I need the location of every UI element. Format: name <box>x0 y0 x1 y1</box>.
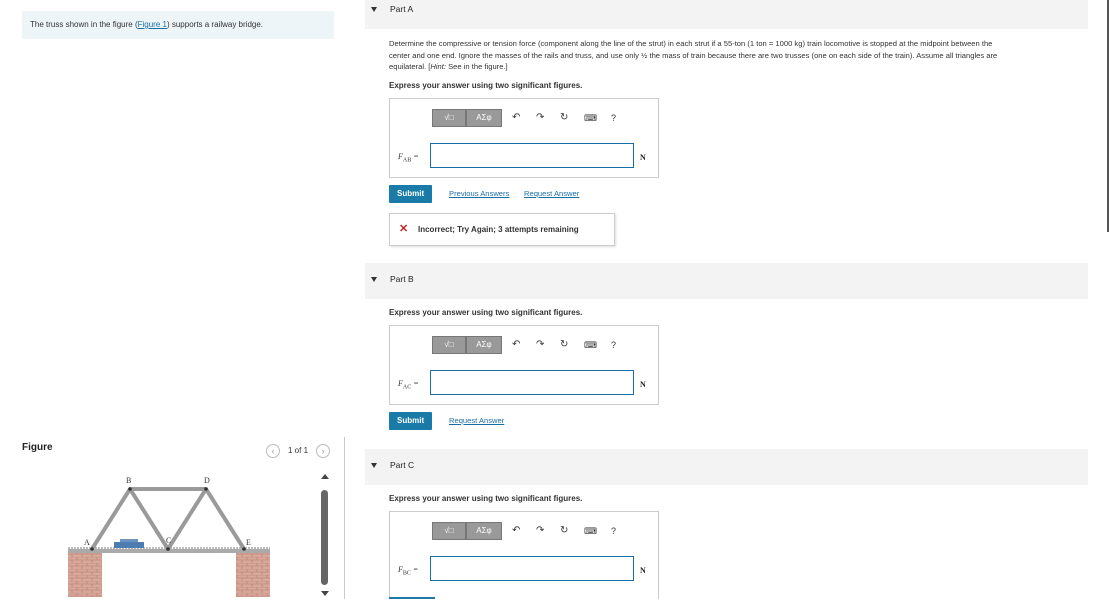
part-a-question: Determine the compressive or tension for… <box>389 38 1089 73</box>
panel-divider <box>344 437 345 599</box>
keyboard-icon[interactable]: ⌨ <box>584 338 597 352</box>
var-label-fab: FAB = <box>398 152 419 164</box>
scroll-up-icon[interactable] <box>321 474 329 479</box>
part-b-submit-button[interactable]: Submit <box>389 412 433 430</box>
part-a-submit-button[interactable]: Submit <box>389 185 433 203</box>
scroll-down-icon[interactable] <box>321 591 329 596</box>
undo-icon[interactable]: ↶ <box>512 338 520 352</box>
page-scrollbar[interactable] <box>1107 0 1109 232</box>
truss-bridge-figure: A B C D E <box>68 476 270 597</box>
intro-text-after: ) supports a railway bridge. <box>166 20 264 29</box>
help-icon[interactable]: ? <box>611 524 616 538</box>
figure-link[interactable]: Figure 1 <box>138 20 167 29</box>
part-a-answer-box: √□ AΣφ ↶ ↷ ↻ ⌨ ? FAB = N <box>389 98 659 178</box>
redo-icon[interactable]: ↷ <box>536 338 544 352</box>
part-c-instruction: Express your answer using two significan… <box>389 494 583 503</box>
reset-icon[interactable]: ↻ <box>560 111 568 125</box>
greek-symbols-button[interactable]: AΣφ <box>466 336 502 354</box>
keyboard-icon[interactable]: ⌨ <box>584 524 597 538</box>
question-line-1: Determine the compressive or tension for… <box>389 39 993 48</box>
undo-icon[interactable]: ↶ <box>512 524 520 538</box>
left-pier <box>68 553 102 597</box>
fab-answer-input[interactable] <box>430 143 634 168</box>
feedback-text: Incorrect; Try Again; 3 attempts remaini… <box>418 225 579 234</box>
joint-label-c: C <box>166 536 171 545</box>
part-b-label: Part B <box>390 274 414 284</box>
var-label-fbc: FBC = <box>398 565 419 577</box>
part-c-header[interactable]: Part C <box>365 449 1088 485</box>
chevron-right-icon: › <box>321 446 325 456</box>
redo-icon[interactable]: ↷ <box>536 524 544 538</box>
templates-button[interactable]: √□ <box>432 522 466 540</box>
part-a-label: Part A <box>390 4 414 14</box>
next-figure-button[interactable]: › <box>316 444 330 458</box>
greek-symbols-button[interactable]: AΣφ <box>466 109 502 127</box>
templates-button[interactable]: √□ <box>432 109 466 127</box>
right-pier <box>236 553 270 597</box>
part-b-instruction: Express your answer using two significan… <box>389 308 583 317</box>
collapse-triangle-icon <box>371 7 377 12</box>
part-a-instruction: Express your answer using two significan… <box>389 81 583 90</box>
reset-icon[interactable]: ↻ <box>560 524 568 538</box>
joint-label-b: B <box>126 476 131 485</box>
keyboard-icon[interactable]: ⌨ <box>584 111 597 125</box>
problem-intro: The truss shown in the figure (Figure 1)… <box>22 11 334 39</box>
request-answer-link-b[interactable]: Request Answer <box>449 416 504 425</box>
help-icon[interactable]: ? <box>611 338 616 352</box>
prev-figure-button[interactable]: ‹ <box>266 444 280 458</box>
collapse-triangle-icon <box>371 463 377 468</box>
templates-button[interactable]: √□ <box>432 336 466 354</box>
fbc-answer-input[interactable] <box>430 556 634 581</box>
chevron-left-icon: ‹ <box>271 446 275 456</box>
joint-label-d: D <box>204 476 210 485</box>
part-b-answer-box: √□ AΣφ ↶ ↷ ↻ ⌨ ? FAC = N <box>389 325 659 405</box>
locomotive-icon <box>114 542 144 548</box>
figure-pager-count: 1 of 1 <box>288 446 309 455</box>
part-c-answer-box: √□ AΣφ ↶ ↷ ↻ ⌨ ? FBC = N <box>389 511 659 599</box>
part-b-header[interactable]: Part B <box>365 263 1088 299</box>
question-line-2: center and one end. Ignore the masses of… <box>389 50 998 60</box>
joint-label-e: E <box>246 538 251 547</box>
previous-answers-link[interactable]: Previous Answers <box>449 189 509 198</box>
var-label-fac: FAC = <box>398 379 419 391</box>
figure-scrollbar-thumb[interactable] <box>321 490 328 585</box>
collapse-triangle-icon <box>371 277 377 282</box>
part-c-label: Part C <box>390 460 415 470</box>
redo-icon[interactable]: ↷ <box>536 111 544 125</box>
question-line-3: equilateral. [Hint: See in the figure.] <box>389 62 508 71</box>
hint-label: Hint: <box>430 62 446 71</box>
error-x-icon: ✕ <box>399 223 409 235</box>
reset-icon[interactable]: ↻ <box>560 338 568 352</box>
undo-icon[interactable]: ↶ <box>512 111 520 125</box>
part-a-header[interactable]: Part A <box>365 0 1088 29</box>
unit-label: N <box>640 380 646 389</box>
joint-label-a: A <box>84 538 90 547</box>
intro-text-before: The truss shown in the figure ( <box>30 20 138 29</box>
figure-title: Figure <box>22 442 53 453</box>
greek-symbols-button[interactable]: AΣφ <box>466 522 502 540</box>
fac-answer-input[interactable] <box>430 370 634 395</box>
help-icon[interactable]: ? <box>611 111 616 125</box>
incorrect-feedback: ✕ Incorrect; Try Again; 3 attempts remai… <box>389 213 615 246</box>
request-answer-link-a[interactable]: Request Answer <box>524 189 579 198</box>
unit-label: N <box>640 566 646 575</box>
unit-label: N <box>640 153 646 162</box>
